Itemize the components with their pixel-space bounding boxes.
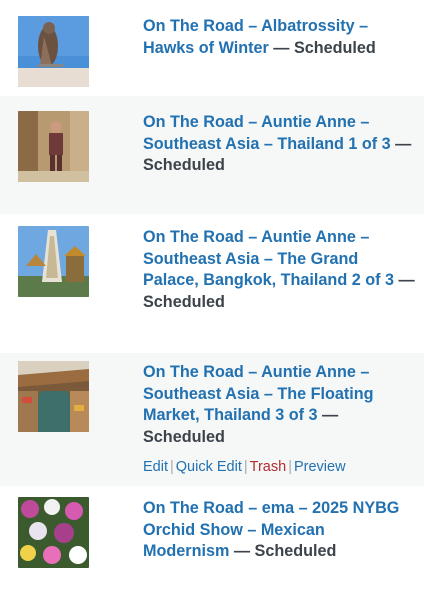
preview-link[interactable]: Preview <box>294 459 346 475</box>
post-row: On The Road – ema – 2025 NYBG Orchid Sho… <box>0 486 424 600</box>
post-state: Scheduled <box>293 38 376 57</box>
post-state-separator: — <box>395 134 412 153</box>
post-state-separator: — <box>398 271 415 289</box>
post-thumbnail-temple[interactable] <box>18 226 89 297</box>
post-title-link[interactable]: On The Road – Auntie Anne – Southeast As… <box>143 228 394 289</box>
post-thumbnail-hawk[interactable] <box>18 16 89 87</box>
post-state-separator: — <box>273 38 290 57</box>
post-title-link[interactable]: On The Road – Auntie Anne – Southeast As… <box>143 113 391 153</box>
post-state-separator: — <box>322 406 339 424</box>
post-state: Scheduled <box>143 156 225 174</box>
edit-link[interactable]: Edit <box>143 459 168 475</box>
post-row: On The Road – Auntie Anne – Southeast As… <box>0 96 424 214</box>
post-title-link[interactable]: On The Road – Auntie Anne – Southeast As… <box>143 363 374 424</box>
post-title: On The Road – Albatrossity – Hawks of Wi… <box>143 16 415 59</box>
post-thumbnail-orchid[interactable] <box>18 497 89 568</box>
post-row: On The Road – Auntie Anne – Southeast As… <box>0 214 424 353</box>
quick-edit-link[interactable]: Quick Edit <box>176 459 242 475</box>
action-separator: | <box>170 459 174 475</box>
row-actions: Edit | Quick Edit | Trash | Preview <box>143 457 346 477</box>
post-row: On The Road – Auntie Anne – Southeast As… <box>0 353 424 486</box>
posts-list: On The Road – Albatrossity – Hawks of Wi… <box>0 0 424 600</box>
post-state-separator: — <box>233 542 251 560</box>
action-separator: | <box>288 459 292 475</box>
post-title: On The Road – Auntie Anne – Southeast As… <box>143 362 415 448</box>
action-separator: | <box>243 459 248 475</box>
post-row: On The Road – Albatrossity – Hawks of Wi… <box>0 0 424 96</box>
post-thumbnail-floating-market[interactable] <box>18 361 89 432</box>
post-state: Scheduled <box>254 542 337 560</box>
post-thumbnail-person[interactable] <box>18 111 89 182</box>
post-state: Scheduled <box>143 427 225 446</box>
post-title: On The Road – ema – 2025 NYBG Orchid Sho… <box>143 498 415 563</box>
post-title: On The Road – Auntie Anne – Southeast As… <box>143 112 415 177</box>
post-state: Scheduled <box>143 292 225 311</box>
trash-link[interactable]: Trash <box>250 459 287 475</box>
post-title: On The Road – Auntie Anne – Southeast As… <box>143 227 415 313</box>
